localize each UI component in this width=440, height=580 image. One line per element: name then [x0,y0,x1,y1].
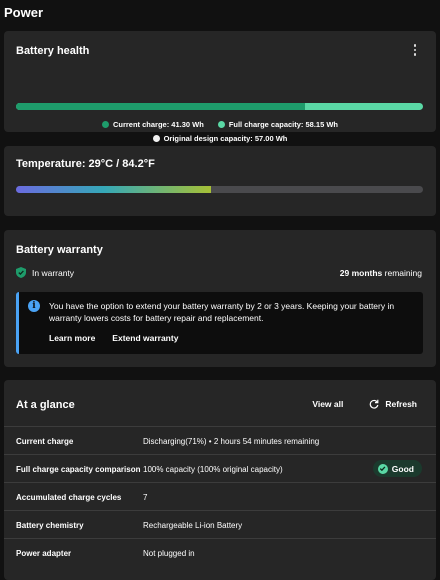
warranty-info-text: You have the option to extend your batte… [49,301,395,323]
battery-warranty-title: Battery warranty [16,244,103,256]
warranty-status: In warranty [16,267,74,278]
legend-original-capacity: Original design capacity: 57.00 Wh [152,134,287,143]
more-options-icon[interactable] [408,42,422,58]
row-value-charge-cycles: 7 [143,493,148,502]
battery-legend-row-2: Original design capacity: 57.00 Wh [4,134,436,143]
row-label-charge-cycles: Accumulated charge cycles [16,493,122,502]
warranty-info-bar: i You have the option to extend your bat… [16,292,423,354]
row-value-capacity-comparison: 100% capacity (100% original capacity) [143,465,283,474]
table-row: Full charge capacity comparison 100% cap… [4,454,436,482]
original-capacity-dot-icon [152,135,160,142]
table-row: Current charge Discharging(71%) • 2 hour… [4,426,436,454]
refresh-label: Refresh [385,399,417,409]
view-all-button[interactable]: View all [312,399,343,409]
warranty-remaining: 29 months remaining [340,268,422,278]
warranty-remaining-value: 29 months [339,268,383,278]
learn-more-link[interactable]: Learn more [49,333,95,343]
row-label-battery-chemistry: Battery chemistry [16,521,84,530]
legend-current-charge: Current charge: 41.30 Wh [101,120,204,129]
table-row: Power adapter Not plugged in [4,538,436,566]
status-badge-label: Good [391,463,414,474]
row-value-battery-chemistry: Rechargeable Li-ion Battery [143,521,243,530]
battery-health-card: Battery health Current charge: 41.30 Wh … [4,31,436,143]
glance-table: Current charge Discharging(71%) • 2 hour… [4,426,436,566]
battery-warranty-card: Battery warranty In warranty 29 months r… [4,230,436,367]
extend-warranty-link[interactable]: Extend warranty [112,333,178,343]
info-icon: i [28,300,40,312]
status-badge: Good [372,460,422,477]
temperature-fill [16,186,212,193]
warranty-links: Learn more Extend warranty [49,333,178,343]
table-row: Accumulated charge cycles 7 [4,482,436,510]
refresh-icon [370,399,379,409]
current-charge-dot-icon [101,121,109,128]
glance-actions: View all Refresh [312,399,417,409]
check-icon [377,463,388,474]
at-a-glance-title: At a glance [16,399,75,411]
row-value-current-charge: Discharging(71%) • 2 hours 54 minutes re… [143,437,320,446]
table-row: Battery chemistry Rechargeable Li-ion Ba… [4,510,436,538]
at-a-glance-card: At a glance View all Refresh Current cha… [4,380,436,580]
legend-full-capacity: Full charge capacity: 58.15 Wh [217,120,338,129]
battery-legend-row-1: Current charge: 41.30 Wh Full charge cap… [4,120,436,129]
battery-health-title: Battery health [16,45,90,57]
temperature-bar [16,186,423,193]
row-label-current-charge: Current charge [16,437,74,446]
temperature-title: Temperature: 29°C / 84.2°F [16,158,155,170]
warranty-status-label: In warranty [32,267,75,278]
page-title: Power [4,5,44,20]
full-capacity-dot-icon [217,121,225,128]
row-label-power-adapter: Power adapter [16,549,72,558]
refresh-button[interactable]: Refresh [369,399,417,409]
row-label-capacity-comparison: Full charge capacity comparison [16,465,141,474]
temperature-card: Temperature: 29°C / 84.2°F [4,146,436,216]
battery-capacity-bar [16,103,423,110]
current-charge-fill [16,103,305,110]
warranty-remaining-suffix: remaining [384,268,422,278]
row-value-power-adapter: Not plugged in [143,549,195,558]
shield-check-icon [16,267,26,278]
